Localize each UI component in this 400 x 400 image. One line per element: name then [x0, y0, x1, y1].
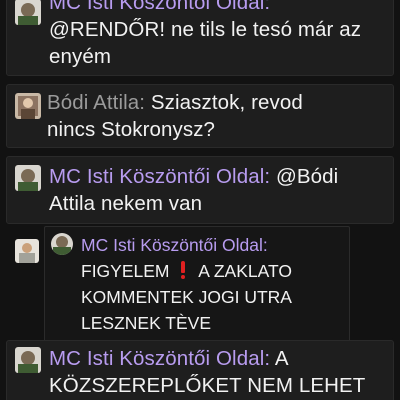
quoted-comment[interactable]: MC Isti Köszöntői Oldal: FIGYELEM A ZAKL… — [44, 226, 350, 343]
comment-text: MC Isti Köszöntői Oldal: @Bódi Attila ne… — [49, 163, 389, 217]
avatar[interactable] — [15, 93, 41, 119]
comment-card: MC Isti Köszöntői Oldal: A KÖZSZEREPLŐKE… — [6, 340, 394, 400]
comment-card: MC Isti Köszöntői Oldal: @Bódi Attila ne… — [6, 156, 394, 224]
comment-body-line: enyém — [49, 45, 112, 68]
comment-body-line: @RENDŐR! ne tils le tesó már az — [49, 18, 362, 41]
comment-text: MC Isti Köszöntői Oldal: A KÖZSZEREPLŐKE… — [49, 345, 389, 399]
avatar[interactable] — [51, 233, 73, 255]
comment-body: @Bódi — [270, 165, 339, 188]
heavy-exclamation-mark-icon — [178, 261, 188, 279]
comment-feed: MC Isti Köszöntői Oldal: @RENDŐR! ne til… — [0, 0, 400, 400]
comment-author[interactable]: MC Isti Köszöntői Oldal: — [49, 347, 270, 370]
comment-body-line: Attila nekem van — [49, 192, 203, 215]
comment-body-line: LESZNEK TÈVE — [81, 313, 212, 333]
comment-author[interactable]: MC Isti Köszöntői Oldal: — [49, 165, 270, 188]
comment-body: Sziasztok, revod — [145, 91, 303, 114]
comment-card: Bódi Attila: Sziasztok, revod nincs Stok… — [6, 84, 394, 148]
comment-text: MC Isti Köszöntői Oldal: @RENDŐR! ne til… — [49, 0, 389, 70]
comment-author[interactable]: Bódi Attila: — [47, 91, 145, 114]
comment-body-line: nincs Stokronysz? — [47, 118, 216, 141]
quoted-comment-text: MC Isti Köszöntői Oldal: FIGYELEM A ZAKL… — [81, 232, 292, 336]
comment-body: A — [270, 347, 289, 370]
avatar[interactable] — [15, 239, 39, 263]
comment-text: Bódi Attila: Sziasztok, revod nincs Stok… — [47, 89, 387, 143]
avatar[interactable] — [15, 0, 41, 25]
comment-author[interactable]: MC Isti Köszöntői Oldal: — [49, 0, 270, 14]
comment-body: A ZAKLATO — [198, 261, 292, 281]
avatar[interactable] — [15, 165, 41, 191]
comment-body-line: KÖZSZEREPLŐKET NEM LEHET — [49, 374, 366, 397]
comment-author[interactable]: MC Isti Köszöntői Oldal: — [81, 235, 268, 255]
comment-body: FIGYELEM — [81, 261, 170, 281]
comment-card: MC Isti Köszöntői Oldal: @RENDŐR! ne til… — [6, 0, 394, 76]
avatar[interactable] — [15, 347, 41, 373]
comment-body-line: KOMMENTEK JOGI UTRA — [81, 287, 292, 307]
